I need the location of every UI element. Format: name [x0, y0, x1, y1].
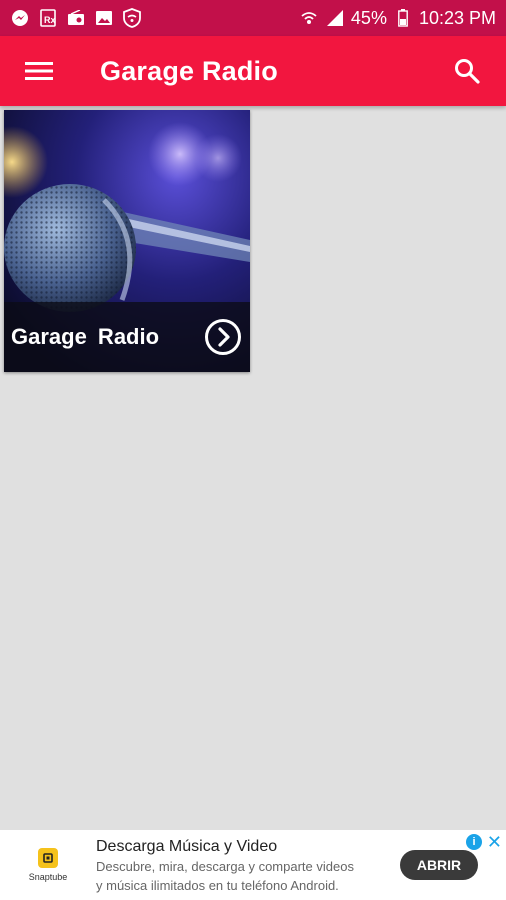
- clock: 10:23 PM: [418, 7, 496, 28]
- rx-icon: Rx: [38, 8, 58, 28]
- radio-icon: [66, 8, 86, 28]
- battery-icon: [393, 8, 413, 28]
- status-bar: Rx 45% 10:23 PM: [0, 0, 506, 36]
- ad-description-1: Descubre, mira, descarga y comparte vide…: [96, 859, 354, 874]
- wifi-icon: [299, 8, 319, 28]
- svg-text:Rx: Rx: [44, 15, 56, 25]
- search-icon: [455, 59, 480, 84]
- app-bar: Garage Radio: [0, 36, 506, 106]
- station-title: Garage Radio: [11, 324, 160, 349]
- ad-info-icon[interactable]: i: [466, 834, 482, 850]
- chevron-right-circle-icon[interactable]: [204, 318, 242, 356]
- ad-open-button[interactable]: ABRIR: [400, 850, 478, 880]
- station-card[interactable]: Garage Radio: [4, 110, 250, 372]
- ad-brand: Snaptube: [28, 872, 68, 882]
- ad-logo: Snaptube: [0, 830, 96, 900]
- hamburger-menu-icon: [25, 62, 53, 80]
- ad-close-icon[interactable]: ✕: [487, 832, 502, 853]
- messenger-icon: [10, 8, 30, 28]
- search-button[interactable]: [444, 48, 490, 94]
- signal-icon: [325, 8, 345, 28]
- ad-title: Descarga Música y Video: [96, 838, 278, 855]
- snaptube-logo-icon: [38, 848, 58, 868]
- page-title: Garage Radio: [100, 55, 278, 86]
- shield-wifi-icon: [122, 8, 142, 28]
- card-footer: Garage Radio: [4, 302, 250, 372]
- menu-button[interactable]: [16, 48, 62, 94]
- battery-percent: 45%: [350, 7, 387, 28]
- ad-description-2: y música ilimitados en tu teléfono Andro…: [96, 878, 339, 893]
- ad-banner[interactable]: Snaptube Descarga Música y Video Descubr…: [0, 830, 506, 900]
- image-icon: [94, 8, 114, 28]
